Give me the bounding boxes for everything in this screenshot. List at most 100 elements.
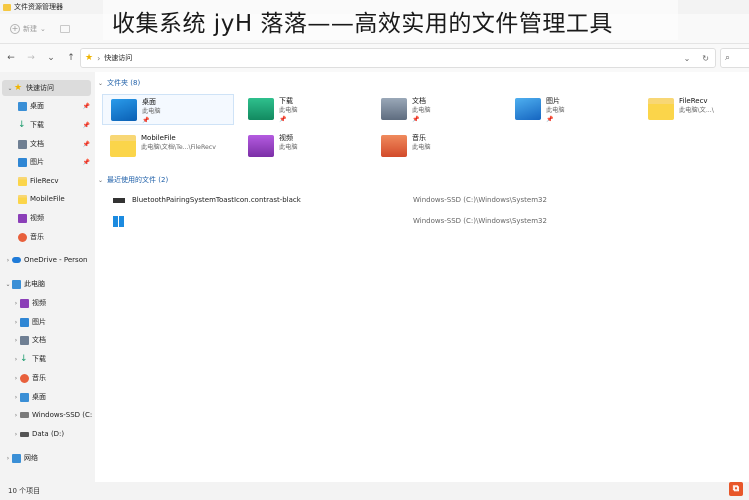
sidebar-item-videos[interactable]: 视频 (0, 210, 95, 226)
forward-button[interactable]: → (26, 53, 36, 63)
video-icon (20, 298, 29, 308)
picture-icon (18, 157, 27, 167)
document-icon (381, 98, 407, 120)
cut-icon[interactable] (59, 24, 70, 33)
chevron-right-icon[interactable]: › (12, 356, 20, 363)
document-icon (20, 335, 29, 345)
music-icon (20, 373, 29, 383)
desktop-icon (111, 99, 137, 121)
chevron-right-icon[interactable]: › (12, 394, 20, 401)
up-button[interactable]: ↑ (66, 53, 76, 63)
folder-icon (110, 135, 136, 157)
sidebar-item-label: 文档 (30, 140, 44, 148)
navigation-pane: ⌄ ★ 快速访问 桌面 📌 ↓ 下载 📌 文档 📌 图片 📌 FileRecv … (0, 72, 95, 482)
recent-file-row[interactable]: Windows-SSD (C:)\Windows\System32 (113, 213, 743, 229)
section-title: 最近使用的文件 (2) (107, 176, 169, 184)
chevron-down-icon[interactable]: ⌄ (6, 85, 14, 92)
sidebar-item-filerecv[interactable]: FileRecv (0, 173, 95, 189)
folder-location: 此电脑\文档\Te...\FileRecv (141, 144, 216, 151)
folder-icon (18, 194, 27, 204)
sidebar-item-label: 文档 (32, 336, 46, 344)
music-icon (18, 232, 27, 242)
sidebar-item-drive-d[interactable]: › Data (D:) (0, 426, 95, 442)
sidebar-item-desktop[interactable]: 桌面 📌 (0, 98, 95, 114)
chevron-down-icon[interactable]: ⌄ (684, 54, 691, 63)
chevron-right-icon[interactable]: › (12, 412, 20, 419)
sidebar-item-label: 网络 (24, 454, 38, 462)
download-icon: ↓ (18, 119, 26, 130)
sidebar-item-music[interactable]: 音乐 (0, 229, 95, 245)
sidebar-item-this-pc[interactable]: ⌄ 此电脑 (0, 276, 95, 292)
folder-name: FileRecv (679, 97, 708, 105)
chevron-right-icon[interactable]: › (4, 455, 12, 462)
new-button[interactable]: + 新建 ⌄ (10, 23, 46, 34)
sidebar-item-quick-access[interactable]: ⌄ ★ 快速访问 (2, 80, 91, 96)
sidebar-item-downloads[interactable]: ↓ 下载 📌 (0, 117, 95, 133)
sidebar-item-pc-documents[interactable]: › 文档 (0, 332, 95, 348)
folder-name: 音乐 (412, 134, 426, 142)
folder-location: 此电脑 (279, 144, 298, 151)
sidebar-item-network[interactable]: › 网络 (0, 450, 95, 466)
recent-file-row[interactable]: BluetoothPairingSystemToastIcon.contrast… (113, 192, 743, 208)
folder-tile-videos[interactable]: 视频 此电脑 (240, 131, 372, 162)
sidebar-item-label: MobileFile (30, 195, 65, 203)
pin-icon: 📌 (142, 117, 150, 124)
chevron-down-icon[interactable]: ⌄ (4, 281, 12, 288)
image-file-icon (113, 197, 125, 203)
recent-section-header[interactable]: ⌄ 最近使用的文件 (2) (98, 175, 168, 185)
sidebar-item-pc-desktop[interactable]: › 桌面 (0, 389, 95, 405)
chevron-right-icon[interactable]: › (12, 300, 20, 307)
document-icon (18, 139, 27, 149)
chevron-right-icon[interactable]: › (12, 375, 20, 382)
chevron-right-icon[interactable]: › (12, 431, 20, 438)
picture-icon (515, 98, 541, 120)
banner-title: 收集系统 jyH 落落——高效实用的文件管理工具 (112, 11, 613, 37)
folder-tile-pictures[interactable]: 图片 此电脑 📌 (507, 94, 639, 125)
folder-tile-desktop[interactable]: 桌面 此电脑 📌 (102, 94, 234, 125)
sidebar-item-pictures[interactable]: 图片 📌 (0, 154, 95, 170)
chevron-right-icon[interactable]: › (12, 319, 20, 326)
sidebar-item-label: Windows-SSD (C: (32, 411, 93, 419)
new-button-label: 新建 (23, 24, 37, 33)
sidebar-item-drive-c[interactable]: › Windows-SSD (C: (0, 407, 95, 423)
folder-location: 此电脑 (546, 107, 565, 114)
sidebar-item-onedrive[interactable]: › OneDrive - Person (0, 252, 95, 268)
sidebar-item-label: 下载 (30, 121, 44, 129)
folder-tile-downloads[interactable]: 下载 此电脑 📌 (240, 94, 372, 125)
sidebar-item-label: FileRecv (30, 177, 59, 185)
recent-file-location: Windows-SSD (C:)\Windows\System32 (413, 217, 547, 225)
folder-tile-music[interactable]: 音乐 此电脑 (373, 131, 505, 162)
recent-locations-button[interactable]: ⌄ (46, 53, 56, 63)
folder-tile-filerecv[interactable]: FileRecv 此电脑\文...\ (640, 94, 749, 125)
sidebar-item-label: 音乐 (30, 233, 44, 241)
sidebar-item-pc-videos[interactable]: › 视频 (0, 295, 95, 311)
video-icon (18, 213, 27, 223)
pin-icon: 📌 (82, 158, 90, 166)
sidebar-item-mobilefile[interactable]: MobileFile (0, 191, 95, 207)
section-title: 文件夹 (8) (107, 79, 141, 87)
sidebar-item-pc-music[interactable]: › 音乐 (0, 370, 95, 386)
address-bar[interactable]: ★ › 快速访问 ⌄ ↻ (80, 48, 716, 68)
chevron-down-icon: ⌄ (98, 176, 104, 184)
refresh-icon[interactable]: ↻ (702, 54, 709, 63)
folders-section-header[interactable]: ⌄ 文件夹 (8) (98, 78, 140, 88)
sidebar-item-documents[interactable]: 文档 📌 (0, 136, 95, 152)
picture-icon (20, 317, 29, 327)
sidebar-item-label: OneDrive - Person (24, 256, 88, 264)
sidebar-item-label: 音乐 (32, 374, 46, 382)
sidebar-item-label: 视频 (30, 214, 44, 222)
sidebar-item-label: 视频 (32, 299, 46, 307)
back-button[interactable]: ← (6, 53, 16, 63)
sidebar-item-pc-downloads[interactable]: › ↓ 下载 (0, 351, 95, 367)
folder-tile-documents[interactable]: 文档 此电脑 📌 (373, 94, 505, 125)
navigation-bar: ← → ⌄ ↑ ★ › 快速访问 ⌄ ↻ ⌕ (0, 44, 749, 72)
sidebar-item-label: 图片 (30, 158, 44, 166)
chevron-right-icon[interactable]: › (12, 337, 20, 344)
sidebar-item-pc-pictures[interactable]: › 图片 (0, 314, 95, 330)
recent-file-name: BluetoothPairingSystemToastIcon.contrast… (132, 196, 301, 204)
folder-name: 视频 (279, 134, 293, 142)
folder-tile-mobilefile[interactable]: MobileFile 此电脑\文档\Te...\FileRecv (102, 131, 234, 162)
folder-icon (648, 98, 674, 120)
search-input[interactable]: ⌕ (720, 48, 749, 68)
chevron-right-icon[interactable]: › (4, 257, 12, 264)
